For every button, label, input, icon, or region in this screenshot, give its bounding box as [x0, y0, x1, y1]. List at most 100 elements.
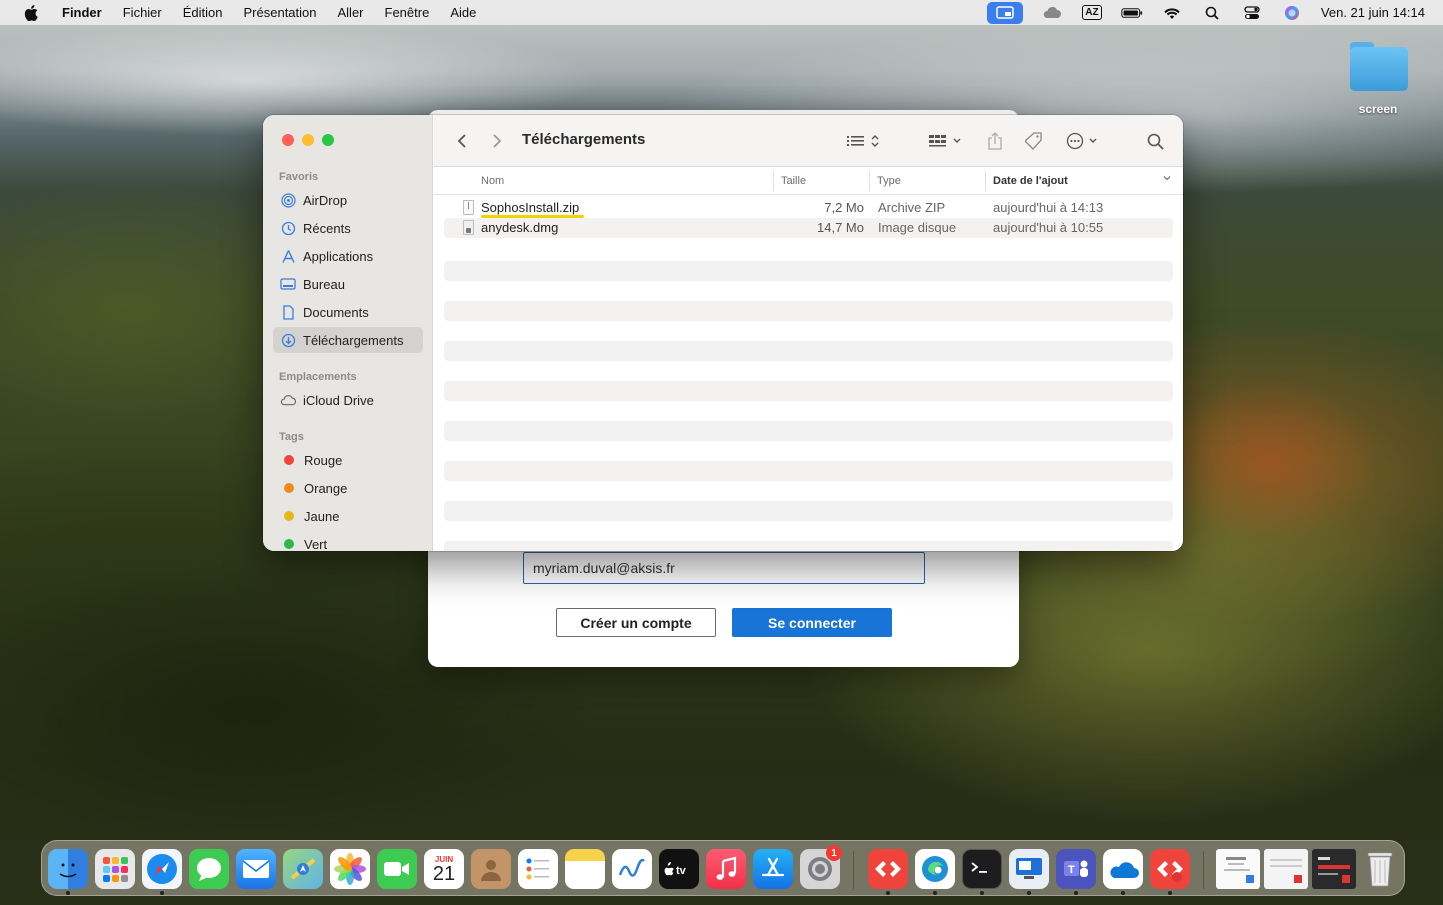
- table-row[interactable]: anydesk.dmg 14,7 Mo Image disque aujourd…: [444, 218, 1173, 238]
- file-size: 7,2 Mo: [824, 200, 864, 215]
- finder-dock-icon[interactable]: [48, 849, 88, 889]
- running-indicator: [66, 891, 70, 895]
- recent-document-thumbnail[interactable]: [1264, 849, 1308, 889]
- sidebar-item-bureau[interactable]: Bureau: [273, 271, 423, 297]
- file-name[interactable]: anydesk.dmg: [481, 220, 558, 235]
- edge-dock-icon[interactable]: [915, 849, 955, 889]
- minimize-window-button[interactable]: [302, 134, 314, 146]
- tag-button[interactable]: [1024, 129, 1044, 153]
- running-indicator: [886, 891, 890, 895]
- desktop-folder-label: screen: [1358, 102, 1398, 116]
- menu-aide[interactable]: Aide: [450, 5, 476, 20]
- menu-app-finder[interactable]: Finder: [62, 5, 102, 20]
- anydesk-installer-dock-icon[interactable]: [1150, 849, 1190, 889]
- file-type: Archive ZIP: [878, 200, 946, 215]
- table-row[interactable]: SophosInstall.zip 7,2 Mo Archive ZIP auj…: [444, 198, 1173, 218]
- airdrop-icon: [280, 192, 296, 208]
- empty-row-stripe: [444, 501, 1173, 521]
- reminders-dock-icon[interactable]: [518, 849, 558, 889]
- zoom-window-button[interactable]: [322, 134, 334, 146]
- empty-row-stripe: [444, 541, 1173, 551]
- disk-image-icon: [463, 220, 474, 235]
- notes-dock-icon[interactable]: [565, 849, 605, 889]
- facetime-dock-icon[interactable]: [377, 849, 417, 889]
- control-center-icon[interactable]: [1241, 5, 1263, 21]
- sidebar-item-label: Jaune: [304, 508, 340, 524]
- sidebar-item-documents[interactable]: Documents: [273, 299, 423, 325]
- sidebar-item-label: Orange: [304, 480, 348, 496]
- search-button[interactable]: [1145, 129, 1165, 153]
- onedrive-dock-icon[interactable]: [1103, 849, 1143, 889]
- column-name[interactable]: Nom: [481, 175, 504, 187]
- recent-document-thumbnail[interactable]: [1312, 849, 1356, 889]
- contacts-dock-icon[interactable]: [471, 849, 511, 889]
- sidebar-item-label: AirDrop: [303, 192, 348, 208]
- messages-dock-icon[interactable]: [189, 849, 229, 889]
- terminal-dock-icon[interactable]: [962, 849, 1002, 889]
- menu-clock[interactable]: Ven. 21 juin 14:14: [1321, 5, 1425, 20]
- finder-sidebar: Favoris AirDrop Récents Applications Bur…: [263, 115, 433, 551]
- menu-fenetre[interactable]: Fenêtre: [385, 5, 430, 20]
- recent-document-thumbnail[interactable]: [1216, 849, 1260, 889]
- wifi-icon[interactable]: [1161, 5, 1183, 21]
- photos-dock-icon[interactable]: [330, 849, 370, 889]
- applications-icon: [280, 248, 296, 264]
- column-size[interactable]: Taille: [781, 175, 806, 187]
- sidebar-item-label: Rouge: [304, 452, 343, 468]
- launchpad-dock-icon[interactable]: [95, 849, 135, 889]
- freeform-dock-icon[interactable]: [612, 849, 652, 889]
- battery-icon[interactable]: [1121, 5, 1143, 21]
- empty-row-stripe: [444, 461, 1173, 481]
- apple-menu-icon[interactable]: [22, 4, 40, 22]
- sidebar-item-telechargements[interactable]: Téléchargements: [273, 327, 423, 353]
- running-indicator: [1168, 891, 1172, 895]
- sidebar-tag-jaune[interactable]: Jaune: [273, 503, 423, 529]
- cloud-status-icon[interactable]: [1041, 5, 1063, 21]
- keyboard-layout-icon[interactable]: AZ: [1081, 5, 1103, 21]
- create-account-button[interactable]: Créer un compte: [556, 608, 716, 637]
- dock-divider: [853, 851, 854, 889]
- desktop-folder-screen[interactable]: screen: [1345, 40, 1411, 116]
- group-button[interactable]: [926, 129, 966, 153]
- menu-aller[interactable]: Aller: [338, 5, 364, 20]
- column-date-added[interactable]: Date de l'ajout: [993, 175, 1068, 187]
- calendar-day: 21: [432, 862, 456, 885]
- sidebar-item-icloud-drive[interactable]: iCloud Drive: [273, 387, 423, 413]
- menu-edition[interactable]: Édition: [183, 5, 223, 20]
- app-store-dock-icon[interactable]: [753, 849, 793, 889]
- sort-chevron-icon[interactable]: [1162, 173, 1172, 186]
- remote-desktop-dock-icon[interactable]: [1009, 849, 1049, 889]
- screen-mirroring-icon[interactable]: [986, 1, 1023, 24]
- svg-text:tv: tv: [676, 865, 687, 877]
- maps-dock-icon[interactable]: [283, 849, 323, 889]
- sidebar-tag-vert[interactable]: Vert: [273, 531, 423, 551]
- email-field[interactable]: myriam.duval@aksis.fr: [523, 552, 925, 584]
- connect-button[interactable]: Se connecter: [732, 608, 892, 637]
- file-list: SophosInstall.zip 7,2 Mo Archive ZIP auj…: [444, 198, 1173, 238]
- calendar-dock-icon[interactable]: JUIN 21: [424, 849, 464, 889]
- teams-dock-icon[interactable]: T: [1056, 849, 1096, 889]
- sidebar-item-airdrop[interactable]: AirDrop: [273, 187, 423, 213]
- anydesk-dock-icon[interactable]: [868, 849, 908, 889]
- column-type[interactable]: Type: [877, 175, 901, 187]
- tv-dock-icon[interactable]: tv: [659, 849, 699, 889]
- sidebar-tag-orange[interactable]: Orange: [273, 475, 423, 501]
- sidebar-item-applications[interactable]: Applications: [273, 243, 423, 269]
- siri-icon[interactable]: [1281, 5, 1303, 21]
- menu-fichier[interactable]: Fichier: [123, 5, 162, 20]
- close-window-button[interactable]: [282, 134, 294, 146]
- file-name[interactable]: SophosInstall.zip: [481, 200, 579, 215]
- back-button[interactable]: [454, 129, 470, 153]
- spotlight-search-icon[interactable]: [1201, 5, 1223, 21]
- sidebar-item-recents[interactable]: Récents: [273, 215, 423, 241]
- forward-button[interactable]: [489, 129, 505, 153]
- view-list-button[interactable]: [845, 129, 885, 153]
- share-button[interactable]: [985, 129, 1005, 153]
- music-dock-icon[interactable]: [706, 849, 746, 889]
- more-actions-button[interactable]: [1065, 129, 1101, 153]
- safari-dock-icon[interactable]: [142, 849, 182, 889]
- mail-dock-icon[interactable]: [236, 849, 276, 889]
- menu-presentation[interactable]: Présentation: [244, 5, 317, 20]
- sidebar-tag-rouge[interactable]: Rouge: [273, 447, 423, 473]
- trash-dock-icon[interactable]: [1360, 849, 1400, 889]
